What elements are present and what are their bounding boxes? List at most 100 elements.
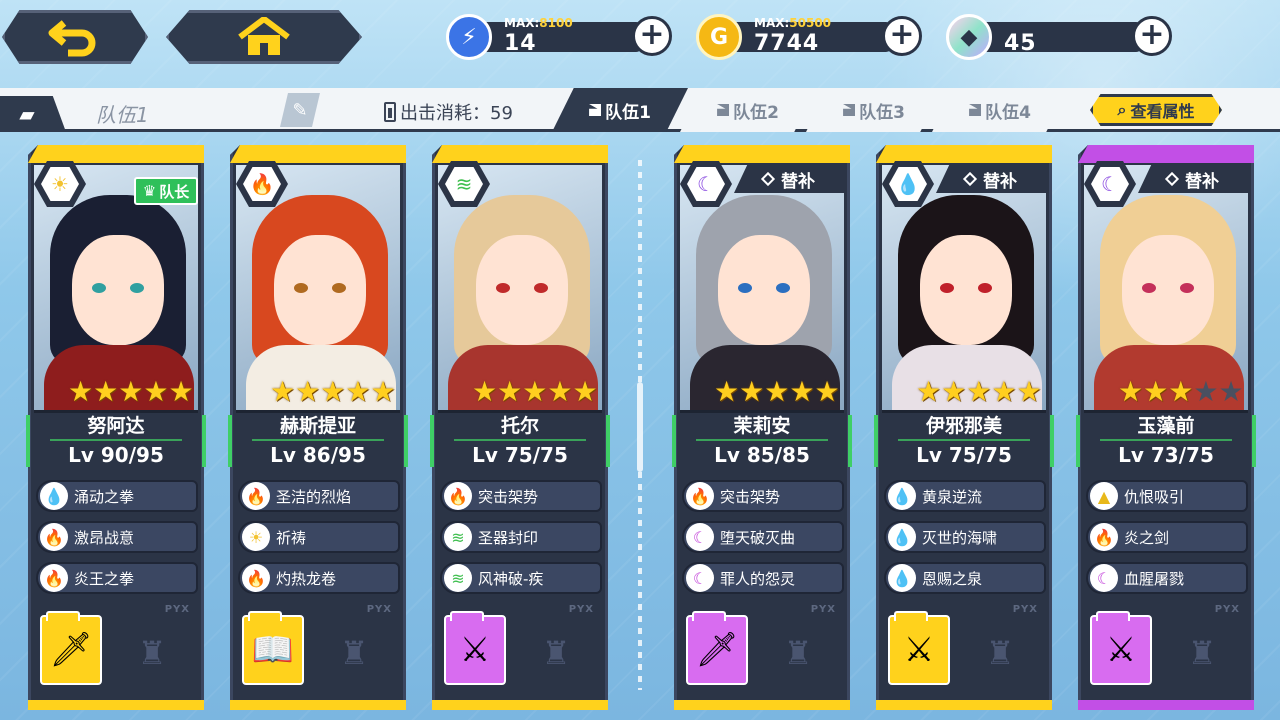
skill-slot[interactable]: 🔥 突击架势 (682, 480, 844, 512)
scroll-divider (637, 160, 643, 690)
skill-slot[interactable]: ☾ 血腥屠戮 (1086, 562, 1248, 594)
tab-team-2[interactable]: 队伍2 (680, 88, 816, 132)
skill-slot[interactable]: 🔥 炎之剑 (1086, 521, 1248, 553)
skill-slot[interactable]: 💧 涌动之拳 (36, 480, 198, 512)
weapon-icon: ⚔ (459, 630, 491, 670)
portrait-eye (978, 283, 992, 293)
skill-slot[interactable]: 🔥 激昂战意 (36, 521, 198, 553)
empty-trophy-slot[interactable]: ♜ (1178, 631, 1226, 675)
moon-element-icon: ☾ (1090, 564, 1118, 592)
portrait-face (1122, 235, 1214, 345)
rarity-stars: ★ ★ ★ ★ ★ (68, 377, 194, 407)
weapon-slot[interactable]: 🗡 (40, 611, 102, 685)
weapon-slot[interactable]: 🗡 (686, 611, 748, 685)
battery-icon (384, 102, 396, 122)
skill-name: 炎之剑 (1124, 528, 1170, 547)
tab-label: 队伍2 (733, 102, 779, 123)
character-level: Lv 90/95 (68, 443, 164, 467)
skill-slot[interactable]: ≋ 风神破-疾 (440, 562, 602, 594)
home-button[interactable] (166, 10, 362, 64)
skill-slot[interactable]: 💧 黄泉逆流 (884, 480, 1046, 512)
tab-team-4[interactable]: 队伍4 (932, 88, 1068, 132)
empty-trophy-slot[interactable]: ♜ (330, 631, 378, 675)
back-button[interactable] (2, 10, 148, 64)
folder-icon: ▰ (19, 102, 35, 126)
rarity-strip (1078, 145, 1254, 163)
empty-trophy-slot[interactable]: ♜ (128, 631, 176, 675)
rarity-stars: ★ ★ ★ ★ ★ (916, 377, 1042, 407)
skill-slot[interactable]: 💧 恩赐之泉 (884, 562, 1046, 594)
skill-name: 血腥屠戮 (1124, 569, 1185, 588)
wind-element-icon: ≋ (444, 564, 472, 592)
tab-team-3[interactable]: 队伍3 (806, 88, 942, 132)
skill-slot[interactable]: ▲ 仇恨吸引 (1086, 480, 1248, 512)
weapon-slot[interactable]: ⚔ (1090, 611, 1152, 685)
fire-element-icon: 🔥 (686, 482, 714, 510)
crystal-icon: ◆ (946, 14, 992, 60)
character-card[interactable]: ≋ ★ ★ ★ ★ ★ 托尔 Lv 75/75 🔥 突击架势 ≋ 圣器封印 ≋ 风神破-疾 PYX… (430, 145, 610, 710)
weapon-slot[interactable]: ⚔ (888, 611, 950, 685)
flag-icon (843, 104, 856, 116)
character-level: Lv 75/75 (916, 443, 1012, 467)
empty-trophy-slot[interactable]: ♜ (976, 631, 1024, 675)
rarity-strip (674, 145, 850, 163)
rarity-strip (876, 145, 1052, 163)
add-stamina-button[interactable]: + (632, 16, 672, 56)
view-attributes-button[interactable]: ⌕ 查看属性 (1090, 94, 1222, 126)
fire-element-icon: 🔥 (444, 482, 472, 510)
star-icon: ★ (991, 375, 1017, 408)
character-card[interactable]: ☾ 替补 ★ ★ ★ ★ ★ 茉莉安 Lv 85/85 🔥 突击架势 ☾ 堕天破灭曲 ☾ 罪人的怨… (672, 145, 852, 710)
diamond-icon (1164, 171, 1180, 187)
flag-icon (589, 104, 602, 116)
nameplate-accent (1050, 415, 1054, 467)
character-card[interactable]: 💧 替补 ★ ★ ★ ★ ★ 伊邪那美 Lv 75/75 💧 黄泉逆流 💧 灭世的海啸 💧 恩赐之… (874, 145, 1054, 710)
star-icon: ★ (789, 375, 815, 408)
nameplate-accent (430, 415, 434, 467)
skill-slot[interactable]: 🔥 圣洁的烈焰 (238, 480, 400, 512)
add-crystal-button[interactable]: + (1132, 16, 1172, 56)
portrait-eye (496, 283, 510, 293)
skill-slot[interactable]: ☾ 罪人的怨灵 (682, 562, 844, 594)
star-icon: ★ (270, 375, 296, 408)
team-name: 队伍1 (96, 103, 149, 127)
bottom-strip (432, 700, 608, 710)
skill-slot[interactable]: ☾ 堕天破灭曲 (682, 521, 844, 553)
tab-team-1[interactable]: 队伍1 (552, 88, 688, 132)
weapon-slot[interactable]: ⚔ (444, 611, 506, 685)
tab-label: 队伍4 (985, 102, 1031, 123)
earth-element-icon: ▲ (1090, 482, 1118, 510)
scroll-handle[interactable] (637, 382, 643, 472)
character-name: 赫斯提亚 (252, 413, 384, 441)
skill-slot[interactable]: ☀ 祈祷 (238, 521, 400, 553)
character-card[interactable]: ☀ ♛ 队长 ★ ★ ★ ★ ★ 努阿达 Lv 90/95 💧 涌动之拳 🔥 激昂战意 🔥 炎王之拳… (26, 145, 206, 710)
weapon-slot[interactable]: 📖 (242, 611, 304, 685)
skill-slot[interactable]: 🔥 炎王之拳 (36, 562, 198, 594)
star-icon: ★ (497, 375, 523, 408)
character-card[interactable]: 🔥 ★ ★ ★ ★ ★ 赫斯提亚 Lv 86/95 🔥 圣洁的烈焰 ☀ 祈祷 🔥 灼热龙卷 PYX… (228, 145, 408, 710)
wind-element-icon: ≋ (444, 523, 472, 551)
fire-element-icon: 🔥 (242, 482, 270, 510)
rarity-stars: ★ ★ ★ ★ ★ (270, 377, 396, 407)
leader-label: 队长 (159, 182, 190, 201)
add-gold-button[interactable]: + (882, 16, 922, 56)
weapon-icon: ⚔ (1105, 630, 1137, 670)
empty-trophy-slot[interactable]: ♜ (532, 631, 580, 675)
crystal-resource: ◆ 45 + (946, 14, 1172, 60)
character-card[interactable]: ☾ 替补 ★ ★ ★ ★ ★ 玉藻前 Lv 73/75 ▲ 仇恨吸引 🔥 炎之剑 ☾ 血腥屠戮 P… (1076, 145, 1256, 710)
diamond-icon (760, 171, 776, 187)
pyx-watermark: PYX (164, 604, 190, 615)
skill-slot[interactable]: 🔥 灼热龙卷 (238, 562, 400, 594)
portrait-face (476, 235, 568, 345)
skill-slot[interactable]: ≋ 圣器封印 (440, 521, 602, 553)
skill-slot[interactable]: 💧 灭世的海啸 (884, 521, 1046, 553)
sortie-cost: 出击消耗：59 (384, 99, 513, 125)
skill-slot[interactable]: 🔥 突击架势 (440, 480, 602, 512)
star-icon: ★ (295, 375, 321, 408)
nameplate: 茉莉安 Lv 85/85 (688, 413, 836, 469)
nameplate-accent (228, 415, 232, 467)
fire-element-icon: 🔥 (243, 167, 281, 201)
nameplate: 托尔 Lv 75/75 (446, 413, 594, 469)
star-icon: ★ (916, 375, 942, 408)
empty-trophy-slot[interactable]: ♜ (774, 631, 822, 675)
star-icon: ★ (370, 375, 396, 408)
